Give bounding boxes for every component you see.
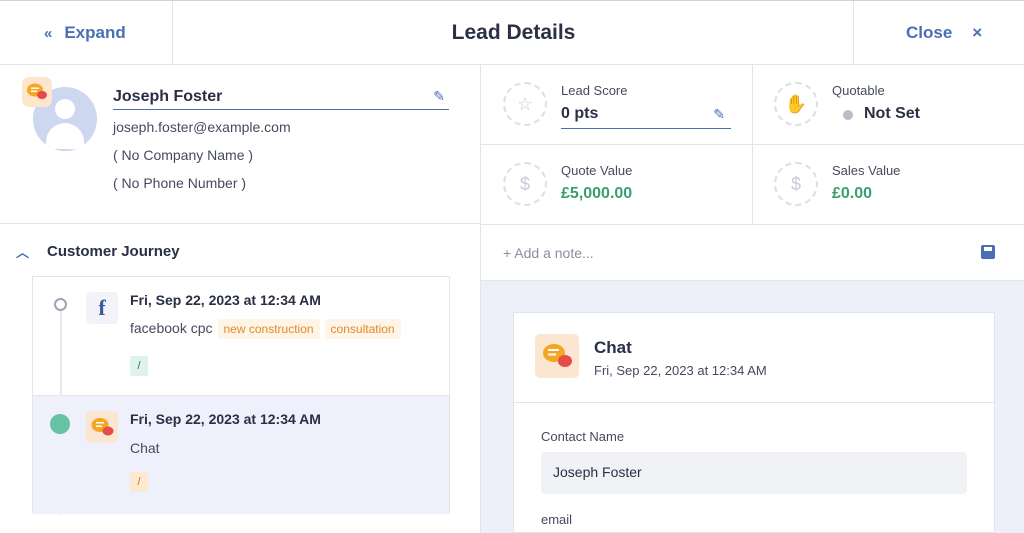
timeline-source-label: facebook cpc xyxy=(130,320,213,336)
sales-value-stat: $ Sales Value £0.00 xyxy=(752,145,1024,225)
expand-label: Expand xyxy=(64,23,126,42)
card-date: Fri, Sep 22, 2023 at 12:34 AM xyxy=(594,363,767,378)
edit-pencil-icon[interactable]: ✎ xyxy=(713,106,725,123)
customer-journey-title: Customer Journey xyxy=(47,242,180,260)
lead-score-label: Lead Score xyxy=(561,83,628,98)
email-label: email xyxy=(541,512,573,527)
edit-pencil-icon[interactable]: ✎ xyxy=(433,88,445,105)
lead-score-stat: ☆ Lead Score 0 pts ✎ xyxy=(481,65,753,145)
timeline-source-label: Chat xyxy=(130,440,160,456)
contact-name: Joseph Foster xyxy=(113,88,223,105)
timeline-dot xyxy=(54,298,67,311)
chat-icon xyxy=(86,411,118,443)
contact-name-label: Contact Name xyxy=(541,429,625,444)
customer-journey-header[interactable]: ︿ Customer Journey xyxy=(0,225,480,277)
star-icon: ☆ xyxy=(503,82,547,126)
timeline-date: Fri, Sep 22, 2023 at 12:34 AM xyxy=(130,292,321,308)
timeline-date: Fri, Sep 22, 2023 at 12:34 AM xyxy=(130,411,321,427)
quote-value: £5,000.00 xyxy=(561,185,633,202)
tag-consultation: consultation xyxy=(324,319,401,339)
quotable-stat: ✋ Quotable Not Set xyxy=(752,65,1024,145)
close-button[interactable]: Close × xyxy=(853,1,1024,65)
right-panel: ☆ Lead Score 0 pts ✎ ✋ Quotable Not Set … xyxy=(481,65,1024,533)
double-chevron-left-icon: « xyxy=(44,24,52,42)
expand-button[interactable]: « Expand xyxy=(0,1,173,65)
quote-value-stat: $ Quote Value £5,000.00 xyxy=(481,145,753,225)
lead-score-field[interactable]: 0 pts ✎ xyxy=(561,102,731,129)
contact-email: joseph.foster@example.com xyxy=(113,119,291,135)
quote-value-label: Quote Value xyxy=(561,163,633,178)
path-tag: / xyxy=(130,472,148,492)
facebook-icon: f xyxy=(86,292,118,324)
chat-badge-icon xyxy=(22,77,52,107)
timeline-dot-active xyxy=(50,414,70,434)
sales-value: £0.00 xyxy=(832,185,873,202)
timeline-item[interactable]: f Fri, Sep 22, 2023 at 12:34 AM facebook… xyxy=(33,277,449,395)
top-bar: « Expand Lead Details Close × xyxy=(0,0,1024,65)
close-icon: × xyxy=(972,23,983,42)
chat-icon xyxy=(535,334,579,378)
contact-company: ( No Company Name ) xyxy=(113,147,254,163)
page-title: Lead Details xyxy=(451,21,576,44)
timeline-item-selected[interactable]: Fri, Sep 22, 2023 at 12:34 AM Chat / xyxy=(33,396,449,514)
path-tag: / xyxy=(130,356,148,376)
timeline-source: facebook cpc new construction consultation xyxy=(130,319,401,339)
card-header: Chat Fri, Sep 22, 2023 at 12:34 AM xyxy=(514,313,994,403)
activity-detail-card: Chat Fri, Sep 22, 2023 at 12:34 AM Conta… xyxy=(513,312,995,533)
lead-score-value: 0 pts xyxy=(561,105,599,122)
contact-phone: ( No Phone Number ) xyxy=(113,175,247,191)
left-panel: Joseph Foster ✎ joseph.foster@example.co… xyxy=(0,65,481,533)
contact-card: Joseph Foster ✎ joseph.foster@example.co… xyxy=(0,65,480,224)
hand-money-icon: ✋ xyxy=(774,82,818,126)
status-dot xyxy=(843,110,853,120)
stats-panel: ☆ Lead Score 0 pts ✎ ✋ Quotable Not Set … xyxy=(481,65,1024,281)
money-bag-icon: $ xyxy=(503,162,547,206)
chevron-up-icon[interactable]: ︿ xyxy=(16,242,29,261)
quotable-value[interactable]: Not Set xyxy=(864,105,920,123)
sales-value-label: Sales Value xyxy=(832,163,901,178)
contact-name-value: Joseph Foster xyxy=(541,452,967,494)
save-icon[interactable] xyxy=(981,245,995,259)
tag-new-construction: new construction xyxy=(217,319,320,339)
journey-timeline: f Fri, Sep 22, 2023 at 12:34 AM facebook… xyxy=(32,276,450,515)
add-note-row[interactable]: + Add a note... xyxy=(481,226,1024,281)
card-title: Chat xyxy=(594,338,632,357)
close-label: Close xyxy=(906,23,953,42)
add-note-input[interactable]: + Add a note... xyxy=(503,245,594,261)
quotable-label: Quotable xyxy=(832,83,885,98)
money-bag-icon: $ xyxy=(774,162,818,206)
contact-name-field[interactable]: Joseph Foster ✎ xyxy=(113,88,449,110)
